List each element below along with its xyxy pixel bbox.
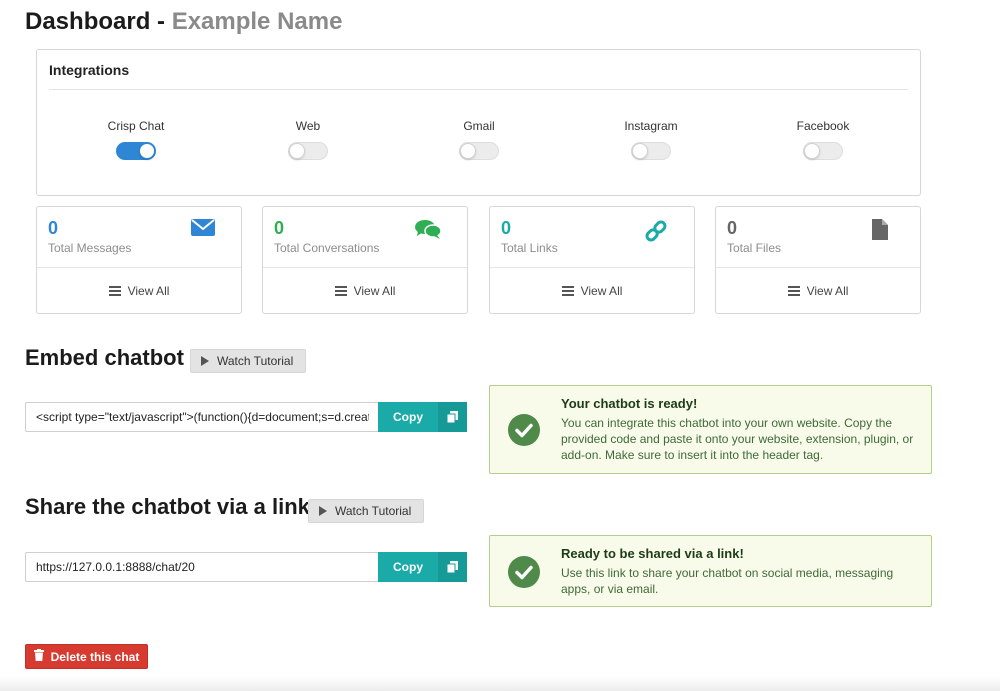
card-divider — [263, 267, 467, 268]
view-all-label: View All — [353, 284, 396, 298]
note-title: Your chatbot is ready! — [561, 396, 698, 411]
check-circle-icon — [508, 556, 540, 588]
view-all-links-link[interactable]: View All — [490, 284, 694, 298]
stat-card-conversations: 0 Total Conversations View All — [262, 206, 468, 314]
check-circle-icon — [508, 414, 540, 446]
view-all-label: View All — [580, 284, 623, 298]
note-body: Use this link to share your chatbot on s… — [561, 566, 894, 596]
delete-chat-button[interactable]: Delete this chat — [25, 644, 148, 669]
embed-code-input[interactable] — [25, 402, 379, 432]
toggle-knob — [289, 143, 305, 159]
note-body: You can integrate this chatbot into your… — [561, 416, 914, 462]
integration-facebook: Facebook — [753, 119, 893, 165]
bottom-fade — [0, 677, 1000, 691]
view-all-label: View All — [127, 284, 170, 298]
link-icon — [644, 219, 668, 248]
integration-label: Instagram — [624, 119, 678, 133]
toggle-knob — [804, 143, 820, 159]
envelope-icon — [191, 219, 215, 241]
stat-card-files: 0 Total Files View All — [715, 206, 921, 314]
integrations-panel: Integrations Crisp Chat Web Gmail Instag… — [36, 49, 921, 196]
integration-label: Web — [295, 119, 321, 133]
crisp-chat-toggle[interactable] — [116, 142, 156, 160]
stat-count: 0 — [501, 218, 512, 238]
instagram-toggle[interactable] — [631, 142, 671, 160]
chat-bubbles-icon — [415, 219, 442, 244]
play-icon — [319, 506, 327, 516]
toggle-knob — [632, 143, 648, 159]
copy-icon — [438, 552, 467, 582]
integration-label: Facebook — [796, 119, 850, 133]
copy-icon — [438, 402, 467, 432]
stat-label: Total Links — [501, 241, 558, 255]
integration-label: Crisp Chat — [107, 119, 165, 133]
stat-count: 0 — [274, 218, 285, 238]
integration-instagram: Instagram — [581, 119, 721, 165]
stat-label: Total Conversations — [274, 241, 380, 255]
play-icon — [201, 356, 209, 366]
card-divider — [716, 267, 920, 268]
share-link-input[interactable] — [25, 552, 379, 582]
file-icon — [872, 219, 888, 245]
share-watch-tutorial-button[interactable]: Watch Tutorial — [308, 499, 425, 523]
share-copy-button[interactable]: Copy — [378, 552, 467, 582]
integrations-heading: Integrations — [49, 62, 130, 78]
integrations-divider — [49, 89, 908, 90]
embed-watch-tutorial-button[interactable]: Watch Tutorial — [190, 349, 307, 373]
toggle-knob — [460, 143, 476, 159]
stat-label: Total Files — [727, 241, 782, 255]
gmail-toggle[interactable] — [459, 142, 499, 160]
share-ready-note: Ready to be shared via a link! Use this … — [489, 535, 932, 607]
delete-label: Delete this chat — [50, 649, 140, 664]
list-icon — [334, 286, 347, 296]
integration-crisp-chat: Crisp Chat — [66, 119, 206, 165]
view-all-conversations-link[interactable]: View All — [263, 284, 467, 298]
card-divider — [37, 267, 241, 268]
page-title: Dashboard - Example Name — [25, 8, 342, 36]
list-icon — [787, 286, 800, 296]
stat-count: 0 — [48, 218, 59, 238]
copy-label: Copy — [393, 560, 423, 574]
stat-label: Total Messages — [48, 241, 132, 255]
embed-chatbot-title: Embed chatbot — [25, 345, 184, 370]
web-toggle[interactable] — [288, 142, 328, 160]
account-name: Example Name — [171, 8, 343, 35]
embed-copy-button[interactable]: Copy — [378, 402, 467, 432]
trash-icon — [33, 649, 44, 664]
tutorial-label: Watch Tutorial — [335, 504, 412, 518]
toggle-knob — [139, 143, 155, 159]
stat-card-links: 0 Total Links View All — [489, 206, 695, 314]
list-icon — [561, 286, 574, 296]
integration-gmail: Gmail — [409, 119, 549, 165]
view-all-files-link[interactable]: View All — [716, 284, 920, 298]
copy-label: Copy — [393, 410, 423, 424]
stat-count: 0 — [727, 218, 738, 238]
facebook-toggle[interactable] — [803, 142, 843, 160]
chatbot-ready-note: Your chatbot is ready! You can integrate… — [489, 385, 932, 474]
list-icon — [108, 286, 121, 296]
share-link-title: Share the chatbot via a link — [25, 494, 310, 519]
view-all-label: View All — [806, 284, 849, 298]
stat-card-messages: 0 Total Messages View All — [36, 206, 242, 314]
tutorial-label: Watch Tutorial — [217, 354, 294, 368]
view-all-messages-link[interactable]: View All — [37, 284, 241, 298]
integration-label: Gmail — [463, 119, 495, 133]
note-title: Ready to be shared via a link! — [561, 546, 744, 561]
page-title-prefix: Dashboard - — [25, 8, 166, 35]
integration-web: Web — [238, 119, 378, 165]
card-divider — [490, 267, 694, 268]
